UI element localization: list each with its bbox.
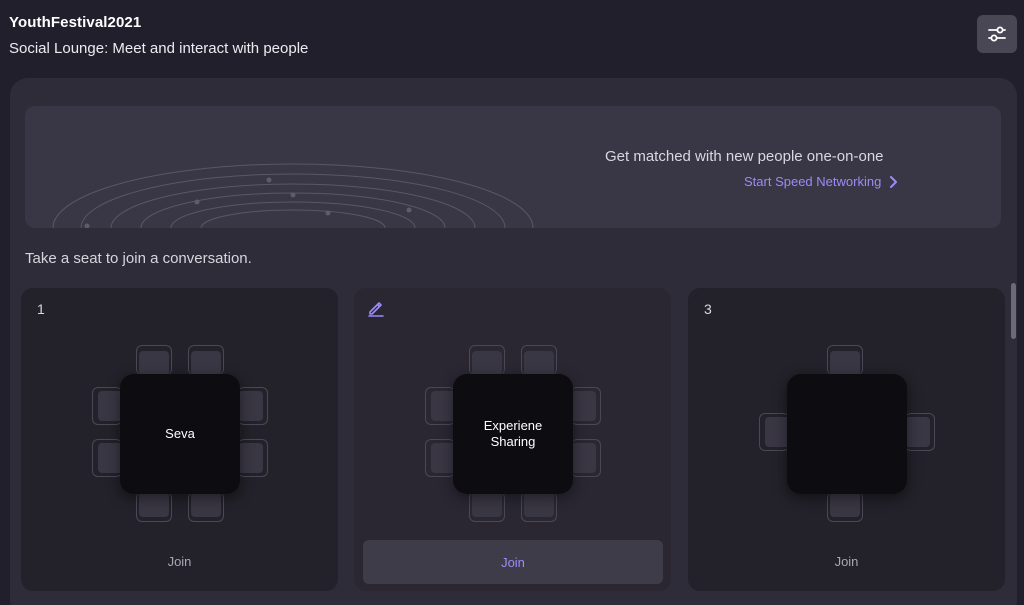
seat[interactable] [521, 492, 557, 522]
seat[interactable] [905, 413, 935, 451]
join-button[interactable]: Join [363, 540, 663, 584]
settings-sliders-icon [988, 26, 1006, 42]
table-top: Seva [120, 374, 240, 494]
seat[interactable] [238, 387, 268, 425]
seat[interactable] [92, 439, 123, 477]
table-card-1: 1 Seva Join [21, 288, 338, 591]
banner-text: Get matched with new people one-on-one [605, 148, 884, 165]
table-seating [688, 288, 1005, 591]
seat[interactable] [827, 345, 863, 376]
seat[interactable] [238, 439, 268, 477]
seat[interactable] [827, 492, 863, 522]
table-card-3: 3 Join [688, 288, 1005, 591]
join-button[interactable]: Join [688, 554, 1005, 569]
table-name: Seva [165, 426, 195, 441]
table-seating: Seva [21, 288, 338, 591]
seat[interactable] [469, 492, 505, 522]
speed-networking-banner: Get matched with new people one-on-one S… [25, 106, 1001, 228]
event-name: YouthFestival2021 [9, 14, 142, 31]
join-button[interactable]: Join [21, 554, 338, 569]
seat[interactable] [136, 492, 172, 522]
seat[interactable] [759, 413, 790, 451]
table-top [787, 374, 907, 494]
start-speed-networking-link[interactable]: Start Speed Networking [744, 174, 898, 189]
seat-prompt: Take a seat to join a conversation. [25, 250, 252, 267]
seat[interactable] [521, 345, 557, 376]
chevron-right-icon [890, 175, 898, 188]
seat[interactable] [136, 345, 172, 376]
seat[interactable] [188, 345, 224, 376]
seat[interactable] [92, 387, 123, 425]
scrollbar-thumb[interactable] [1011, 283, 1016, 339]
table-name-line-2: Sharing [490, 434, 536, 449]
seat[interactable] [571, 387, 601, 425]
orbit-illustration [52, 163, 534, 228]
settings-button[interactable] [977, 15, 1017, 53]
page-subtitle: Social Lounge: Meet and interact with pe… [9, 40, 309, 57]
seat[interactable] [425, 387, 456, 425]
seat[interactable] [571, 439, 601, 477]
start-speed-networking-label: Start Speed Networking [744, 174, 882, 189]
join-button-label: Join [501, 554, 525, 570]
header: YouthFestival2021 Social Lounge: Meet an… [9, 14, 308, 57]
seat[interactable] [188, 492, 224, 522]
table-top: Experiene Sharing [453, 374, 573, 494]
table-card-2: Experiene Sharing Join [354, 288, 671, 591]
seat[interactable] [469, 345, 505, 376]
seat[interactable] [425, 439, 456, 477]
table-name-line-1: Experiene [483, 418, 543, 433]
